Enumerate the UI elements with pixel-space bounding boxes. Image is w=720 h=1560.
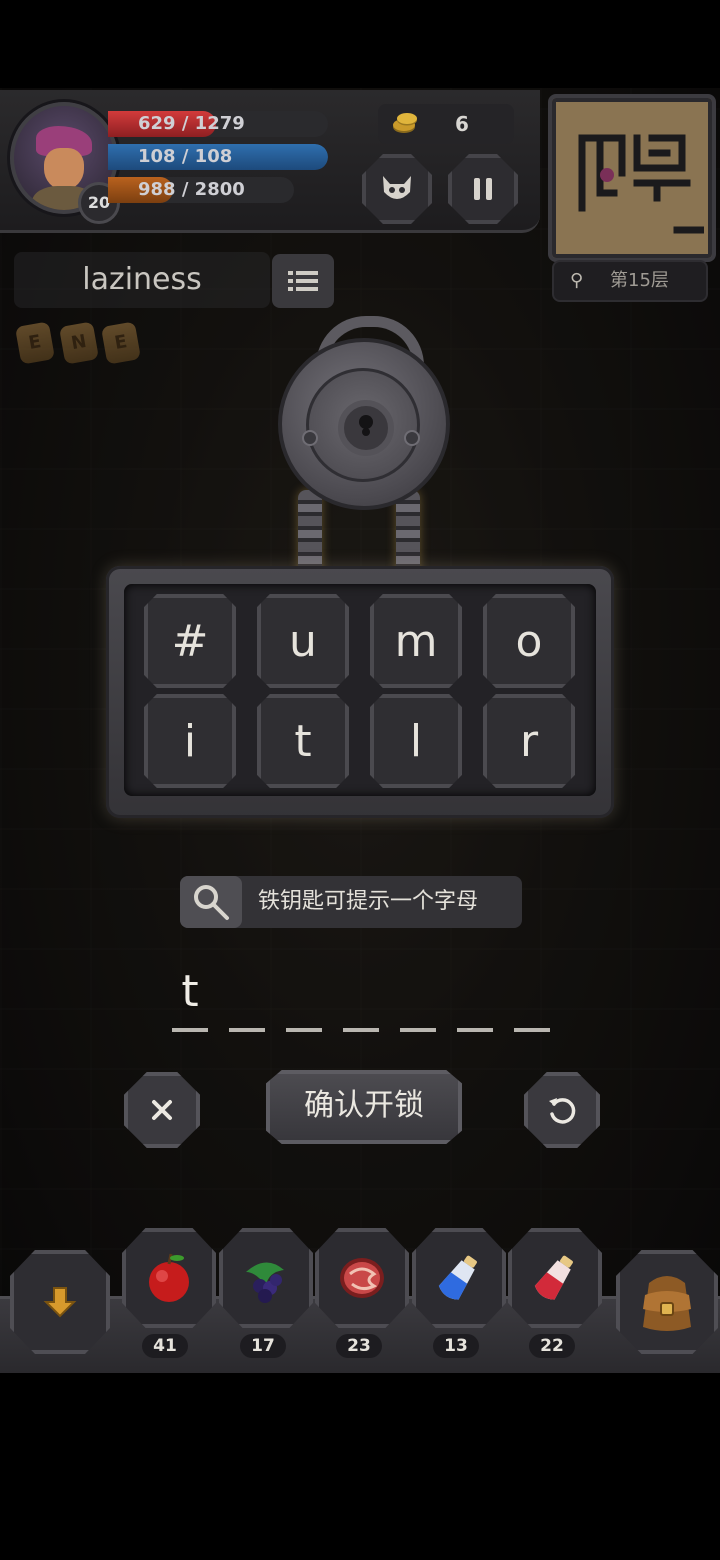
gold-amount: 6 bbox=[455, 112, 469, 136]
inventory-slot-red-potion[interactable] bbox=[508, 1228, 602, 1328]
xp-bar: 988 / 2800 bbox=[108, 177, 294, 203]
backpack-button[interactable] bbox=[616, 1250, 718, 1354]
mp-text: 108 / 108 bbox=[138, 146, 233, 167]
floor-indicator[interactable]: ⚲ 第15层 bbox=[552, 260, 708, 302]
minimap[interactable] bbox=[548, 94, 716, 262]
chain-right bbox=[396, 490, 420, 574]
pause-icon bbox=[474, 178, 492, 200]
monster-book-button[interactable] bbox=[362, 154, 432, 224]
pause-button[interactable] bbox=[448, 154, 518, 224]
letter-tile[interactable]: r bbox=[483, 694, 575, 788]
inventory-slot-blue-potion[interactable] bbox=[412, 1228, 506, 1328]
apple-icon bbox=[149, 1253, 189, 1302]
search-icon: ⚲ bbox=[570, 270, 584, 291]
rune-tile: E bbox=[100, 321, 142, 365]
hint-text: 铁钥匙可提示一个字母 bbox=[258, 889, 479, 914]
item-count: 17 bbox=[240, 1334, 286, 1358]
menu-list-button[interactable] bbox=[272, 254, 334, 308]
letter-tile[interactable]: l bbox=[370, 694, 462, 788]
keyhole-icon bbox=[338, 400, 394, 456]
rivet bbox=[302, 430, 318, 446]
mp-bar: 108 / 108 bbox=[108, 144, 328, 170]
xp-text: 988 / 2800 bbox=[138, 179, 245, 200]
hp-text: 629 / 1279 bbox=[138, 113, 245, 134]
backpack-icon bbox=[643, 1276, 691, 1331]
confirm-unlock-button[interactable]: 确认开锁 bbox=[266, 1070, 462, 1144]
letter-tile[interactable]: o bbox=[483, 594, 575, 688]
collapse-button[interactable] bbox=[10, 1250, 110, 1354]
letter-tile[interactable]: m bbox=[370, 594, 462, 688]
inventory-slot-meat[interactable] bbox=[315, 1228, 409, 1328]
reset-button[interactable] bbox=[524, 1072, 600, 1148]
answer-slot bbox=[400, 1028, 436, 1032]
answer-slot bbox=[343, 1028, 379, 1032]
target-word-box: laziness bbox=[14, 252, 270, 308]
hint-bar[interactable]: 铁钥匙可提示一个字母 bbox=[180, 876, 522, 928]
answer-letter: t bbox=[181, 966, 199, 1017]
floor-label: 第15层 bbox=[610, 270, 669, 291]
inventory-slot-apple[interactable] bbox=[122, 1228, 216, 1328]
inventory-slot-blackberry[interactable] bbox=[219, 1228, 313, 1328]
answer-slot bbox=[457, 1028, 493, 1032]
answer-slot bbox=[286, 1028, 322, 1032]
list-icon bbox=[288, 271, 318, 291]
meat-icon bbox=[340, 1258, 384, 1298]
letter-tile[interactable]: t bbox=[257, 694, 349, 788]
letter-tile[interactable]: i bbox=[144, 694, 236, 788]
target-word: laziness bbox=[82, 262, 202, 297]
letter-tile[interactable]: u bbox=[257, 594, 349, 688]
item-count: 13 bbox=[433, 1334, 479, 1358]
monster-face-icon bbox=[383, 176, 411, 199]
rune-tile: E bbox=[14, 321, 56, 365]
chain-left bbox=[298, 490, 322, 574]
clear-button[interactable] bbox=[124, 1072, 200, 1148]
red-potion-icon bbox=[534, 1255, 573, 1300]
blackberry-icon bbox=[246, 1262, 284, 1303]
answer-slot bbox=[229, 1028, 265, 1032]
close-icon bbox=[152, 1100, 172, 1120]
hint-key-button[interactable] bbox=[180, 876, 242, 928]
item-count: 23 bbox=[336, 1334, 382, 1358]
arrow-down-icon bbox=[43, 1287, 77, 1318]
gold-coin-icon bbox=[393, 113, 417, 133]
item-count: 41 bbox=[142, 1334, 188, 1358]
undo-icon bbox=[549, 1098, 576, 1124]
confirm-unlock-label: 确认开锁 bbox=[304, 1088, 424, 1123]
letter-tile[interactable]: # bbox=[144, 594, 236, 688]
maze-map bbox=[578, 134, 704, 234]
blue-potion-icon bbox=[438, 1255, 477, 1300]
answer-slot bbox=[172, 1028, 208, 1032]
answer-slot bbox=[514, 1028, 550, 1032]
hp-bar: 629 / 1279 bbox=[108, 111, 328, 137]
item-count: 22 bbox=[529, 1334, 575, 1358]
magnifier-icon bbox=[194, 885, 229, 920]
rune-tile: N bbox=[58, 321, 100, 365]
rivet bbox=[404, 430, 420, 446]
